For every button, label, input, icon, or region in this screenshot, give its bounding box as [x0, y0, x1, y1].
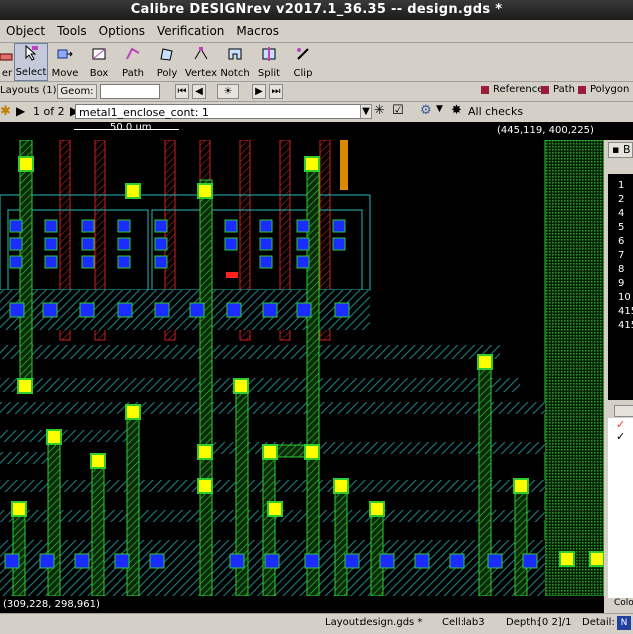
tool-label: Box	[89, 68, 109, 79]
move-icon	[56, 45, 74, 68]
tool-label: er	[1, 68, 13, 79]
tool-label: Clip	[293, 68, 313, 79]
tool-notch-button[interactable]: Notch	[218, 43, 252, 81]
tool-label: Notch	[220, 68, 250, 79]
tool-clip-button[interactable]: Clip	[286, 43, 320, 81]
tool-label: Split	[257, 68, 281, 79]
layouts-label[interactable]: Layouts (1)	[0, 85, 57, 96]
first-icon[interactable]: ⏮	[175, 84, 189, 99]
page-count: 1 of 2	[33, 105, 65, 118]
result-row[interactable]: 9	[618, 278, 624, 289]
edit-toolbar: er Select Move Box Path Poly Vertex Notch Split C…	[0, 43, 633, 82]
depth-value: [0 2]/1	[538, 617, 572, 628]
tool-label: Path	[122, 68, 144, 79]
tool-label: Move	[51, 68, 79, 79]
metal2-routes	[12, 140, 528, 596]
depth-label: Depth:	[506, 617, 540, 628]
result-row[interactable]: 7	[618, 250, 624, 261]
check-dropdown-icon[interactable]: ▼	[360, 104, 372, 119]
poly-icon	[158, 45, 176, 68]
filter-icon[interactable]: ✸	[451, 103, 462, 118]
menu-verification[interactable]: Verification	[151, 24, 230, 38]
split-icon	[260, 45, 278, 68]
cursor-coords: (309,228, 298,961)	[0, 596, 604, 613]
black-check-icon: ✓	[616, 430, 626, 443]
notch-icon	[226, 45, 244, 68]
scale-label: 50.0 um	[110, 122, 152, 133]
tool-box-button[interactable]: Box	[82, 43, 116, 81]
right-metal-region	[544, 140, 604, 596]
tool-er-button[interactable]: er	[0, 43, 14, 81]
results-panel: ▪ B 1 2 4 5 6 7 8 9 10 415 415 ✓ ✓ Colo	[604, 140, 633, 613]
sun-settings-icon[interactable]: ☀	[217, 84, 239, 99]
tool-label: Vertex	[184, 68, 218, 79]
check-toolbar: ✱ ▶ 1 of 2 ▶ metal1_enclose_cont: 1 ▼ ✳ …	[0, 102, 633, 123]
results-header[interactable]: ▪ B	[608, 142, 633, 158]
geom-dropdown[interactable]: Geom:	[57, 84, 97, 99]
geom-field[interactable]	[100, 84, 160, 99]
detail-label: Detail:	[582, 617, 615, 628]
tool-label: Poly	[156, 68, 178, 79]
layout-toolbar: Layouts (1) Geom: ⏮ ◀ ☀ ▶ ⏭	[0, 81, 633, 102]
path-icon	[124, 45, 142, 68]
page-prev-icon[interactable]: ▶	[16, 104, 25, 118]
vertex-icon	[192, 45, 210, 68]
result-row[interactable]: 1	[618, 180, 624, 191]
tool-split-button[interactable]: Split	[252, 43, 286, 81]
menu-options[interactable]: Options	[93, 24, 151, 38]
check-list[interactable]: ✓ ✓	[608, 418, 633, 598]
menu-object[interactable]: Object	[0, 24, 51, 38]
highlight-icon[interactable]: ✳	[374, 103, 385, 118]
box-icon	[90, 45, 108, 68]
viewport-coords: (445,119, 400,225)	[497, 125, 594, 136]
next-icon[interactable]: ▶	[252, 84, 266, 99]
check-name-field[interactable]: metal1_enclose_cont: 1	[75, 104, 367, 119]
checkbox-icon[interactable]: ☑	[392, 103, 404, 118]
result-row[interactable]: 8	[618, 264, 624, 275]
tool-poly-button[interactable]: Poly	[150, 43, 184, 81]
ruler-bar: 50.0 um (445,119, 400,225)	[0, 122, 633, 140]
layout-value: design.gds *	[360, 617, 423, 628]
star-icon: ✱	[0, 104, 11, 119]
result-row[interactable]: 2	[618, 194, 624, 205]
result-row[interactable]: 5	[618, 222, 624, 233]
layout-canvas[interactable]	[0, 140, 604, 596]
color-label: Colo	[614, 598, 633, 608]
tool-move-button[interactable]: Move	[48, 43, 82, 81]
layout-label: Layout:	[325, 617, 363, 628]
tool-select-button[interactable]: Select	[14, 43, 48, 81]
last-icon[interactable]: ⏭	[269, 84, 283, 99]
window-title: Calibre DESIGNrev v2017.1_36.35 -- desig…	[0, 0, 633, 20]
menu-bar: Object Tools Options Verification Macros	[0, 20, 633, 43]
result-row[interactable]: 10	[618, 292, 631, 303]
prev-icon[interactable]: ◀	[192, 84, 206, 99]
result-row[interactable]: 4	[618, 208, 624, 219]
status-bar: Layout: design.gds * Cell: lab3 Depth: […	[0, 613, 633, 634]
filter-field[interactable]: All checks	[465, 104, 633, 119]
cell-label: Cell:	[442, 617, 465, 628]
gear-dropdown-icon[interactable]: ▼	[436, 104, 443, 114]
results-list[interactable]: 1 2 4 5 6 7 8 9 10 415 415	[608, 174, 633, 400]
result-row[interactable]: 415	[618, 306, 633, 317]
tool-vertex-button[interactable]: Vertex	[184, 43, 218, 81]
cell-value: lab3	[463, 617, 485, 628]
tool-path-button[interactable]: Path	[116, 43, 150, 81]
menu-tools[interactable]: Tools	[51, 24, 93, 38]
detail-icon[interactable]: N	[617, 616, 631, 630]
results-scrollbar[interactable]	[614, 405, 633, 417]
gear-icon[interactable]: ⚙	[420, 103, 432, 118]
menu-macros[interactable]: Macros	[230, 24, 285, 38]
clip-icon	[294, 45, 312, 68]
tool-label: Select	[15, 67, 47, 78]
result-row[interactable]: 6	[618, 236, 624, 247]
layout-drawing	[0, 140, 604, 596]
result-row[interactable]: 415	[618, 320, 633, 331]
select-arrow-icon	[22, 44, 40, 67]
